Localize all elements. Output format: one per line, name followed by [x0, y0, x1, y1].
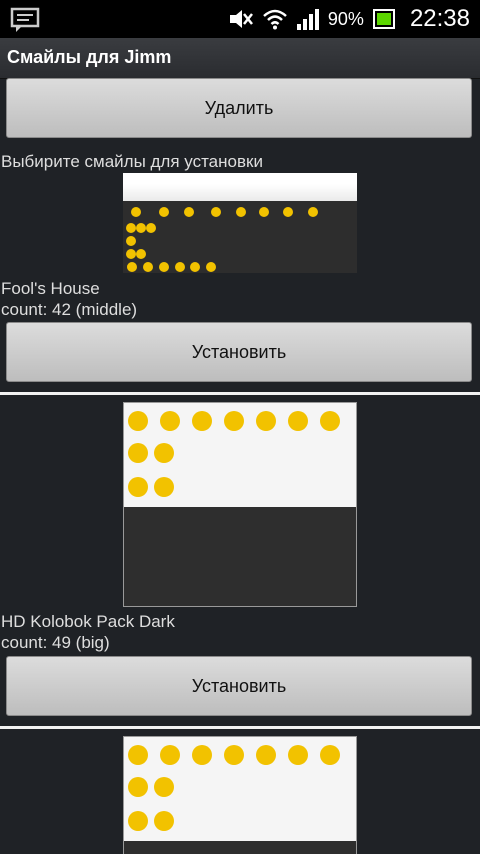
pack-preview-next[interactable] [123, 736, 357, 854]
pack-name: Fool's House [1, 279, 100, 298]
wifi-icon [263, 9, 287, 30]
divider [0, 392, 480, 395]
divider [0, 726, 480, 729]
pack-count: count: 49 (big) [1, 633, 110, 652]
clock: 22:38 [409, 5, 470, 32]
pack-count: count: 42 (middle) [1, 300, 138, 319]
pack-preview-hd-kolobok[interactable] [123, 402, 357, 607]
mute-icon [229, 10, 253, 28]
pack-name: HD Kolobok Pack Dark [1, 612, 175, 631]
battery-icon [372, 9, 395, 29]
delete-button[interactable]: Удалить [6, 78, 472, 138]
battery-percent: 90% [327, 8, 364, 29]
pack-preview-fools-house[interactable] [123, 173, 357, 273]
status-bar: 90% 22:38 [0, 0, 480, 38]
install-button[interactable]: Установить [6, 322, 472, 382]
smiley-icon [128, 745, 340, 831]
signal-icon [296, 9, 319, 30]
notification-icon [10, 7, 40, 32]
instruction-text: Выбирите смайлы для установки [1, 152, 263, 171]
app-title: Смайлы для Jimm [7, 47, 172, 67]
install-button[interactable]: Установить [6, 656, 472, 716]
app-title-bar: Смайлы для Jimm [0, 38, 480, 79]
